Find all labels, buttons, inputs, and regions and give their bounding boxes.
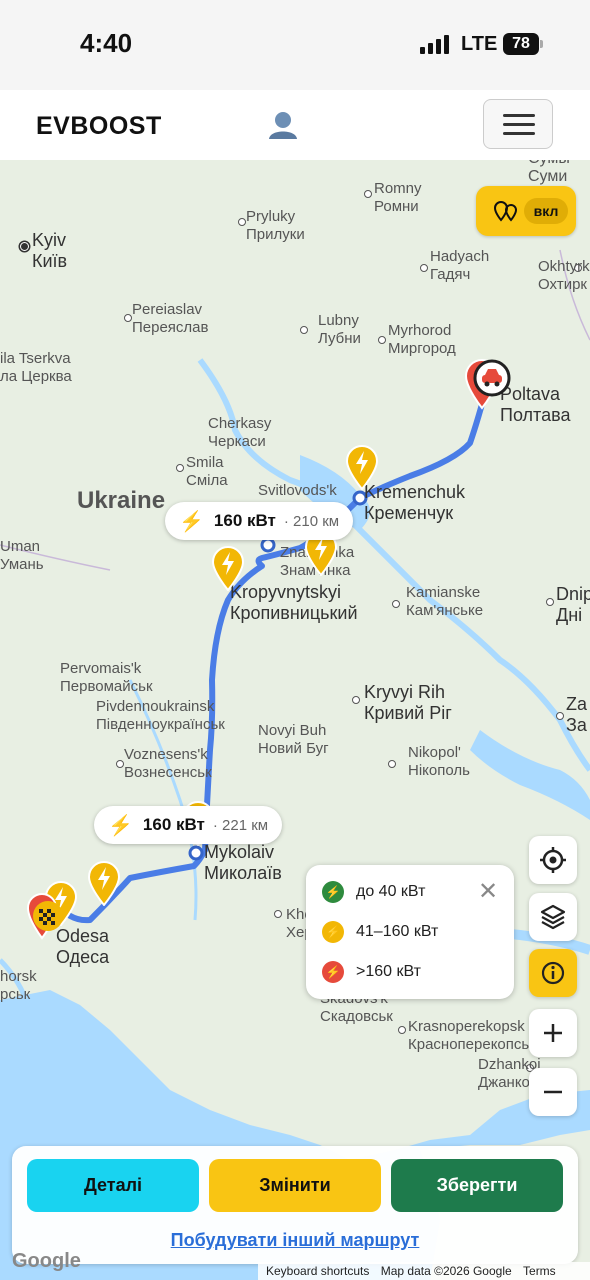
zoom-in-icon [544, 1024, 562, 1042]
city-romny[interactable]: Romny Ромни [374, 180, 422, 216]
bolt-icon: ⚡ [179, 510, 204, 533]
city-myrhorod[interactable]: Myrhorod Миргород [388, 322, 456, 358]
locate-icon [540, 847, 566, 873]
toggle-state: вкл [524, 198, 568, 224]
info-button[interactable] [529, 949, 577, 997]
city-dot [546, 598, 554, 606]
city-okhtyrka[interactable]: Okhtyrk Охтирк [538, 258, 590, 294]
save-button[interactable]: Зберегти [391, 1159, 563, 1212]
battery-indicator: 78 [503, 33, 539, 55]
network-type: LTE [461, 33, 498, 55]
info-icon [541, 961, 565, 985]
edit-button[interactable]: Змінити [209, 1159, 381, 1212]
start-pin-car-icon[interactable] [462, 354, 520, 410]
city-bila-tserkva[interactable]: ila Tserkva ла Церква [0, 350, 72, 386]
city-krasnoperekopsk[interactable]: Krasnoperekopsk Красноперекопськ [408, 1018, 536, 1054]
city-pivdennoukrainsk[interactable]: Pivdennoukrainsk Південноукраїнськ [96, 698, 225, 734]
legend-label: до 40 кВт [356, 883, 426, 900]
city-voznesensk[interactable]: Voznesens'k Вознесенськ [124, 746, 212, 782]
finish-pin-flag-icon[interactable] [26, 888, 72, 940]
route-segment-label[interactable]: ⚡ 160 кВт · 221 км [94, 806, 283, 844]
charger-pin-icon[interactable] [87, 860, 121, 906]
zoom-in-button[interactable] [529, 1009, 577, 1057]
city-chornomorsk[interactable]: horsk рськ [0, 968, 37, 1004]
country-label: Ukraine [77, 487, 166, 514]
city-dot [398, 1026, 406, 1034]
city-dot [274, 910, 282, 918]
city-dot [300, 326, 308, 334]
city-dot [420, 264, 428, 272]
map-base [0, 160, 590, 1280]
city-kyiv[interactable]: Kyiv Київ [32, 230, 67, 272]
map-attribution: Keyboard shortcuts Map data ©2026 Google… [258, 1262, 590, 1280]
city-mykolaiv[interactable]: Mykolaiv Миколаїв [204, 842, 282, 884]
city-pervomaisk[interactable]: Pervomais'k Первомайськ [60, 660, 153, 696]
city-dot [20, 242, 29, 251]
city-dot [364, 190, 372, 198]
city-kremenchuk[interactable]: Kremenchuk Кременчук [364, 482, 465, 524]
route-pins-icon [494, 201, 518, 222]
power-legend: ⚡ до 40 кВт ⚡ 41–160 кВт ⚡ >160 кВт ✕ [306, 865, 514, 999]
google-logo: Google [12, 1250, 81, 1272]
red-charger-icon: ⚡ [322, 961, 344, 983]
locate-button[interactable] [529, 836, 577, 884]
city-lubny[interactable]: Lubny Лубни [318, 312, 361, 348]
city-zaporizhzhia[interactable]: Za За [566, 694, 587, 736]
city-dnipro[interactable]: Dnip Дні [556, 584, 590, 626]
charger-pin-icon[interactable] [211, 545, 245, 591]
bolt-icon: ⚡ [108, 814, 133, 837]
build-other-route-link[interactable]: Побудувати інший маршрут [12, 1230, 578, 1251]
terms-link[interactable]: Terms [523, 1264, 556, 1278]
signal-icon [420, 35, 449, 54]
details-button[interactable]: Деталі [27, 1159, 199, 1212]
city-novyi-buh[interactable]: Novyi Buh Новий Буг [258, 722, 329, 758]
close-icon[interactable]: ✕ [478, 880, 498, 904]
city-hadyach[interactable]: Hadyach Гадяч [430, 248, 489, 284]
app-header: EVBOOST [0, 90, 590, 160]
city-sumy[interactable]: СумыСуми [528, 160, 570, 186]
city-nikopol[interactable]: Nikopol' Нікополь [408, 744, 470, 780]
city-dot [556, 712, 564, 720]
map-view[interactable]: KyivКиїв PrylukyПрилуки RomnyРомни СумыС… [0, 160, 590, 1280]
status-time: 4:40 [80, 28, 133, 58]
city-dot [238, 218, 246, 226]
city-dot [388, 760, 396, 768]
city-smila[interactable]: Smila Сміла [186, 454, 228, 490]
city-kamianske[interactable]: Kamianske Кам'янське [406, 584, 483, 620]
city-dot [124, 314, 132, 322]
layers-button[interactable] [529, 893, 577, 941]
city-kryvyi-rih[interactable]: Kryvyi Rih Кривий Ріг [364, 682, 452, 724]
user-icon[interactable] [267, 110, 299, 140]
route-chargers-toggle[interactable]: вкл [476, 186, 576, 236]
city-dot [392, 600, 400, 608]
route-actions-panel: Деталі Змінити Зберегти Побудувати інший… [12, 1146, 578, 1264]
route-segment-label[interactable]: ⚡ 160 кВт · 210 км [165, 502, 354, 540]
city-kropyvnytskyi[interactable]: Kropyvnytskyi Кропивницький [230, 582, 358, 624]
legend-label: >160 кВт [356, 963, 421, 980]
keyboard-shortcuts-link[interactable]: Keyboard shortcuts [266, 1264, 369, 1278]
green-charger-icon: ⚡ [322, 881, 344, 903]
app-logo[interactable]: EVBOOST [36, 112, 162, 141]
city-dot [176, 464, 184, 472]
map-data-label: Map data ©2026 Google [380, 1264, 512, 1278]
city-dot [116, 760, 124, 768]
zoom-out-icon [544, 1090, 562, 1094]
city-dot [352, 696, 360, 704]
city-dot [378, 336, 386, 344]
charger-pin-icon[interactable] [345, 444, 379, 490]
yellow-charger-icon: ⚡ [322, 921, 344, 943]
hamburger-menu-icon[interactable] [483, 99, 553, 149]
status-bar: 4:40 LTE 78 [0, 0, 590, 90]
battery-tip [540, 40, 543, 48]
layers-icon [540, 904, 566, 930]
city-uman[interactable]: Uman Умань [0, 538, 44, 574]
city-svitlovodsk[interactable]: Svitlovods'k [258, 482, 337, 500]
city-pereiaslav[interactable]: Pereiaslav Переяслав [132, 301, 209, 337]
city-pryluky[interactable]: Pryluky Прилуки [246, 208, 305, 244]
city-cherkasy[interactable]: Cherkasy Черкаси [208, 415, 271, 451]
zoom-out-button[interactable] [529, 1068, 577, 1116]
legend-label: 41–160 кВт [356, 923, 439, 940]
